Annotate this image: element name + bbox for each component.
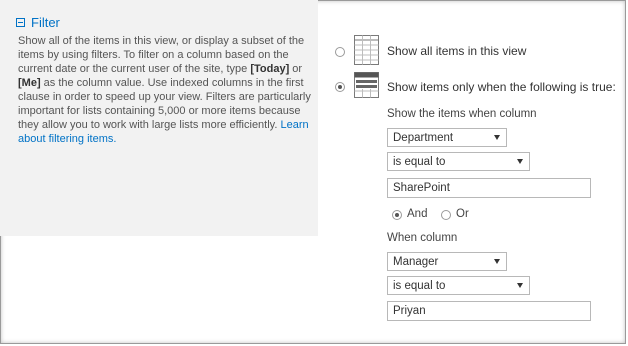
value1-text: SharePoint <box>393 182 450 194</box>
value1-input[interactable]: SharePoint <box>387 178 591 198</box>
chevron-down-icon <box>517 159 523 164</box>
desc-or: or <box>289 63 303 75</box>
chevron-down-icon <box>494 135 500 140</box>
and-label[interactable]: And <box>407 208 427 220</box>
operator2-select[interactable]: is equal to <box>387 276 530 295</box>
and-radio[interactable] <box>392 210 402 220</box>
grid-icon <box>354 35 379 65</box>
operator1-select[interactable]: is equal to <box>387 152 530 171</box>
operator1-value: is equal to <box>393 155 446 168</box>
filter-description-panel: Filter Show all of the items in this vie… <box>0 0 318 236</box>
show-filtered-radio[interactable] <box>335 82 345 92</box>
column2-select[interactable]: Manager <box>387 252 507 271</box>
column1-value: Department <box>393 131 454 144</box>
show-filtered-label[interactable]: Show items only when the following is tr… <box>387 80 616 94</box>
operator2-value: is equal to <box>393 279 446 292</box>
column2-value: Manager <box>393 255 439 268</box>
or-radio[interactable] <box>441 210 451 220</box>
show-when-label: Show the items when column <box>387 108 537 120</box>
show-all-radio[interactable] <box>335 47 345 57</box>
filter-section-header[interactable]: Filter <box>16 14 60 30</box>
or-label[interactable]: Or <box>456 208 469 220</box>
chevron-down-icon <box>517 283 523 288</box>
token-today: [Today] <box>250 63 290 75</box>
filtered-grid-icon <box>354 72 379 98</box>
section-title: Filter <box>31 14 60 30</box>
value2-text: Priyan <box>393 305 426 317</box>
value2-input[interactable]: Priyan <box>387 301 591 321</box>
when-column-label: When column <box>387 232 458 244</box>
filter-description: Show all of the items in this view, or d… <box>18 34 312 146</box>
show-all-label[interactable]: Show all items in this view <box>387 44 526 58</box>
column1-select[interactable]: Department <box>387 128 507 147</box>
chevron-down-icon <box>494 259 500 264</box>
minus-box-icon[interactable] <box>16 17 25 27</box>
desc-text-2: as the column value. Use indexed columns… <box>18 77 311 131</box>
token-me: [Me] <box>18 77 41 89</box>
